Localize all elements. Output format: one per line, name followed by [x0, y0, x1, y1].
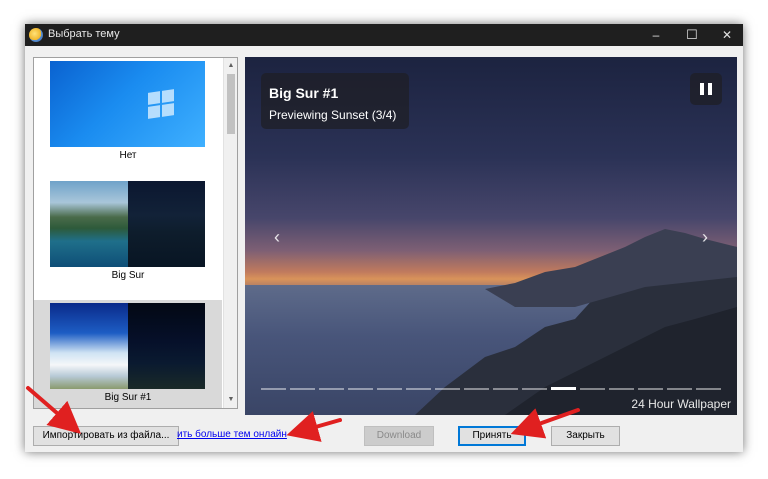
- pause-icon: [708, 83, 712, 95]
- scroll-down-icon[interactable]: ▼: [224, 393, 237, 407]
- timeline-segment: [580, 388, 605, 390]
- timeline-segment: [464, 388, 489, 390]
- theme-item-none[interactable]: Нет: [34, 58, 222, 178]
- timeline-segment: [667, 388, 692, 390]
- timeline-segment: [377, 388, 402, 390]
- timeline-segment: [493, 388, 518, 390]
- preview-caption: 24 Hour Wallpaper: [631, 397, 731, 411]
- timeline-segment: [261, 388, 286, 390]
- windows-logo-icon: [148, 89, 174, 119]
- title-bar: Выбрать тему – ☐ ✕: [25, 24, 743, 46]
- theme-list[interactable]: Нет Big Sur Big Sur #1 ▲ ▼: [33, 57, 238, 409]
- theme-dialog: Выбрать тему – ☐ ✕ Нет Big Sur Big Sur #…: [25, 24, 743, 452]
- window-title: Выбрать тему: [48, 28, 120, 40]
- preview-subtitle: Previewing Sunset (3/4): [269, 108, 397, 122]
- theme-item-label: Нет: [119, 150, 137, 161]
- scrollbar-thumb[interactable]: [227, 74, 235, 134]
- pause-button[interactable]: [690, 73, 722, 105]
- wallpaper-preview: Big Sur #1 Previewing Sunset (3/4) ‹ › 2…: [245, 57, 737, 415]
- timeline-segment: [696, 388, 721, 390]
- preview-info-box: Big Sur #1 Previewing Sunset (3/4): [261, 73, 409, 129]
- theme-thumbnail: [50, 303, 205, 389]
- close-button[interactable]: Закрыть: [551, 426, 620, 446]
- timeline-segment: [551, 387, 576, 390]
- list-scrollbar[interactable]: ▲ ▼: [223, 58, 237, 408]
- timeline-segment: [522, 388, 547, 390]
- close-window-button[interactable]: ✕: [712, 24, 742, 46]
- import-from-file-button[interactable]: Импортировать из файла...: [33, 426, 179, 446]
- timeline-segment: [406, 388, 431, 390]
- theme-item-big-sur-1[interactable]: Big Sur #1: [34, 300, 222, 408]
- timeline-segment: [348, 388, 373, 390]
- timeline-segment: [290, 388, 315, 390]
- pause-icon: [700, 83, 704, 95]
- timeline-segment: [319, 388, 344, 390]
- minimize-button[interactable]: –: [641, 24, 671, 46]
- theme-item-label: Big Sur: [111, 270, 145, 281]
- app-icon: [29, 28, 43, 42]
- timeline-segment: [638, 388, 663, 390]
- scroll-up-icon[interactable]: ▲: [224, 59, 237, 73]
- theme-thumbnail: [50, 61, 205, 147]
- accept-button[interactable]: Принять: [458, 426, 526, 446]
- timeline-segment: [609, 388, 634, 390]
- preview-title: Big Sur #1: [269, 85, 339, 101]
- next-arrow-icon[interactable]: ›: [695, 227, 715, 247]
- theme-item-big-sur[interactable]: Big Sur: [34, 178, 222, 298]
- online-themes-link[interactable]: ить больше тем онлайн: [177, 429, 287, 440]
- theme-item-label: Big Sur #1: [104, 392, 152, 403]
- timeline-segment: [435, 388, 460, 390]
- previous-arrow-icon[interactable]: ‹: [267, 227, 287, 247]
- download-button[interactable]: Download: [364, 426, 434, 446]
- theme-thumbnail: [50, 181, 205, 267]
- maximize-button[interactable]: ☐: [677, 24, 707, 46]
